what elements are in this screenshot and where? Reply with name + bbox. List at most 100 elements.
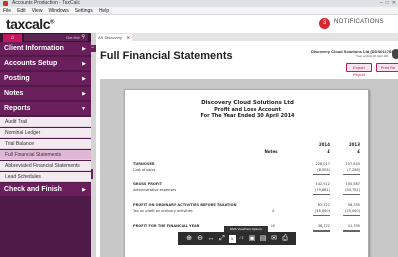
window-title: Accounts Production - TaxCalc: [12, 0, 80, 6]
fit-page-icon[interactable]: ⤢: [218, 234, 227, 243]
currency-symbol: £: [357, 149, 360, 154]
report-value-2013: (7,258): [347, 168, 360, 172]
sidebar-section-accounts-setup[interactable]: Accounts Setup ▶: [0, 57, 91, 71]
fit-width-icon[interactable]: ↔: [207, 234, 216, 243]
year-end-label: Year ending 30 April 201: [356, 54, 389, 58]
report-row-label: PROFIT ON ORDINARY ACTIVITIES BEFORE TAX…: [133, 203, 237, 207]
zoom-out-icon[interactable]: ⊖: [196, 234, 205, 243]
save-icon[interactable]: ▣: [248, 234, 257, 243]
underline: [313, 174, 330, 175]
report-value-2013: (15,000): [345, 209, 360, 213]
report-row-label: Cost of sales: [133, 168, 156, 172]
chevron-right-icon: ▶: [82, 91, 86, 97]
close-tab-icon[interactable]: ✕: [127, 34, 130, 41]
client-avatar[interactable]: [392, 49, 398, 59]
viewer-toolbar: ⊕ ⊖ ↔ ⤢ 1 / 2 ▣ ▤ ✉ ⎙: [178, 232, 296, 245]
report-row-label: TURNOVER: [133, 162, 155, 166]
chevron-right-icon: ▶: [82, 76, 86, 82]
notifications-label[interactable]: NOTIFICATIONS: [334, 19, 384, 25]
print-report-button[interactable]: Print Re: [376, 63, 398, 72]
close-window-button[interactable]: ✕: [392, 0, 396, 7]
report-viewer[interactable]: Discovery Cloud Solutions Ltd Profit and…: [100, 79, 398, 257]
column-header-2013: 2013: [348, 142, 360, 147]
report-value-2014: 63,721: [317, 203, 330, 207]
sidebar-item-lead-schedules[interactable]: Lead Schedules: [0, 172, 91, 182]
report-value-2014: (79,861): [315, 188, 330, 192]
sidebar-section-client-information[interactable]: Client Information ▶: [0, 42, 91, 56]
print-icon[interactable]: ⎙: [281, 234, 290, 243]
menu-windows[interactable]: Windows: [48, 7, 68, 14]
page-title: Full Financial Statements: [100, 50, 233, 62]
report-value-2013: 41,335: [347, 224, 360, 228]
report-value-2013: 56,335: [347, 203, 360, 207]
report-note-ref: 10: [270, 224, 276, 228]
chevron-right-icon: ▶: [82, 61, 86, 67]
sidebar-item-audit-trail[interactable]: Audit Trail: [0, 117, 91, 127]
menu-settings[interactable]: Settings: [75, 7, 93, 14]
page-number-input[interactable]: 1: [228, 234, 236, 243]
report-period: For The Year Ended 30 April 2014: [200, 113, 295, 119]
report-note-ref: 4: [271, 209, 275, 213]
sidebar-section-check-and-finish[interactable]: Check and Finish ▶: [0, 183, 91, 197]
report-value-2014: (15,000): [315, 209, 330, 213]
underline: [313, 215, 330, 216]
home-icon[interactable]: ⌂: [3, 34, 22, 42]
sidebar-item-nominal-ledger[interactable]: Nominal Ledger: [0, 128, 91, 138]
export-icon[interactable]: ▤: [259, 234, 268, 243]
minimize-button[interactable]: –: [380, 0, 383, 7]
get-help-placeholder: Get Hel: [66, 35, 80, 40]
tab-discovery-cloud[interactable]: AS Discovery Cloud S ✕: [96, 34, 132, 47]
report-row-label: GROSS PROFIT: [133, 182, 162, 186]
menu-view[interactable]: View: [32, 7, 43, 14]
menu-bar: File Edit View Windows Settings Help: [0, 7, 398, 15]
report-row-label: PROFIT FOR THE FINANCIAL YEAR: [133, 224, 200, 228]
maximize-button[interactable]: □: [386, 0, 389, 7]
underline: [343, 174, 360, 175]
title-bar: Accounts Production - TaxCalc – □ ✕: [0, 0, 398, 7]
report-value-2014: (8,005): [317, 168, 330, 172]
report-value-2014: 226,017: [315, 162, 330, 166]
taxcalc-logo: taxcalc®: [6, 16, 54, 32]
document-tab-bar: AS Discovery Cloud S ✕: [96, 33, 398, 47]
main-content: Full Financial Statements Discovery Clou…: [96, 41, 398, 257]
chevron-right-icon: ▶: [82, 46, 86, 52]
report-value-2013: (94,752): [345, 188, 360, 192]
report-value-2014: 38,721: [317, 224, 330, 228]
menu-file[interactable]: File: [3, 7, 11, 14]
search-icon[interactable]: ⚲: [81, 34, 85, 41]
report-value-2014: 142,512: [315, 182, 330, 186]
sidebar-section-posting[interactable]: Posting ▶: [0, 72, 91, 86]
sidebar-item-trial-balance[interactable]: Trial Balance: [0, 139, 91, 149]
report-row-label: Administrative expenses: [133, 188, 177, 192]
sidebar-top: ⌂ Get Hel ⚲: [0, 33, 91, 42]
menu-help[interactable]: Help: [99, 7, 109, 14]
report-value-2013: 150,587: [345, 182, 360, 186]
splitter-marker: [91, 169, 93, 179]
app-icon: [3, 1, 8, 6]
app-header: taxcalc® 3 NOTIFICATIONS: [0, 15, 398, 33]
sidebar-item-full-financial-statements[interactable]: Full Financial Statements: [0, 150, 91, 160]
notification-count-badge[interactable]: 3: [319, 18, 330, 29]
column-header-notes: Notes: [264, 149, 278, 154]
sidebar-section-notes[interactable]: Notes ▶: [0, 87, 91, 101]
underline: [343, 194, 360, 195]
underline: [313, 194, 330, 195]
double-underline: [343, 231, 360, 232]
collapse-sidebar-button[interactable]: −: [89, 45, 96, 52]
chevron-right-icon: ▶: [82, 187, 86, 193]
email-icon[interactable]: ✉: [270, 234, 279, 243]
chevron-down-icon: ▼: [81, 106, 86, 112]
currency-symbol: £: [327, 149, 330, 154]
sidebar-section-reports[interactable]: Reports ▼: [0, 102, 91, 116]
zoom-in-icon[interactable]: ⊕: [185, 234, 194, 243]
menu-edit[interactable]: Edit: [17, 7, 26, 14]
report-row-label: Tax on profit on ordinary activities: [133, 209, 193, 213]
sidebar: ⌂ Get Hel ⚲ Client Information ▶ Accounts…: [0, 33, 91, 257]
export-report-button[interactable]: Export Report: [346, 63, 372, 77]
report-value-2013: 157,545: [345, 162, 360, 166]
get-help-search[interactable]: Get Hel ⚲: [24, 34, 88, 41]
underline: [343, 215, 360, 216]
report-company-name: Discovery Cloud Solutions Ltd: [201, 100, 294, 106]
page-count: / 2: [239, 236, 244, 240]
sidebar-item-abbreviated-financial-statements[interactable]: Abbreviated Financial Statements: [0, 161, 91, 171]
